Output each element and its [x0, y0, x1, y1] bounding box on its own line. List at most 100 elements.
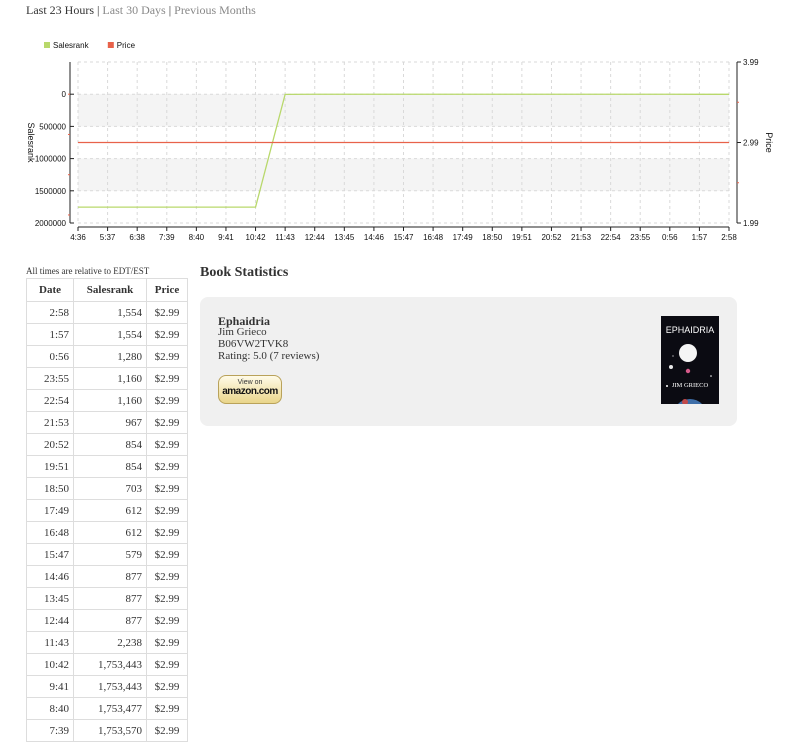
date-cell: 9:41 [26, 675, 74, 698]
date-cell: 18:50 [26, 477, 74, 500]
range-last-30-days-link[interactable]: Last 30 Days [102, 3, 165, 17]
date-cell: 13:45 [26, 587, 74, 610]
price-cell: $2.99 [146, 455, 188, 478]
salesrank-cell: 854 [73, 433, 147, 456]
x-tick-label: 23:55 [630, 233, 651, 242]
timezone-note: All times are relative to EDT/EST [26, 266, 150, 276]
book-card: Ephaidria Jim Grieco B06VW2TVK8 Rating: … [200, 297, 737, 426]
salesrank-cell: 877 [73, 609, 147, 632]
range-previous-months-link[interactable]: Previous Months [174, 3, 256, 17]
price-cell: $2.99 [146, 587, 188, 610]
price-cell: $2.99 [146, 499, 188, 522]
view-on-amazon-button[interactable]: View on amazon.com [218, 375, 282, 404]
table-row: 8:40 1,753,477 $2.99 [26, 697, 188, 720]
cover-title-text: EPHAIDRIA [666, 325, 715, 335]
x-tick-label: 21:53 [571, 233, 592, 242]
table-row: 7:39 1,753,570 $2.99 [26, 719, 188, 742]
x-tick-label: 16:48 [423, 233, 444, 242]
date-cell: 22:54 [26, 389, 74, 412]
x-tick-label: 22:54 [601, 233, 622, 242]
right-tick-label: 3.99 [743, 58, 759, 67]
table-body: 2:58 1,554 $2.99 1:57 1,554 $2.99 0:56 1,280 $2.… [26, 301, 188, 742]
table-row: 1:57 1,554 $2.99 [26, 323, 188, 346]
view-on-label: View on [237, 379, 263, 386]
table-row: 23:55 1,160 $2.99 [26, 367, 188, 390]
table-row: 13:45 877 $2.99 [26, 587, 188, 610]
left-axis-title: Salesrank [26, 122, 36, 163]
left-tick-label: 2000000 [35, 219, 67, 228]
salesrank-cell: 612 [73, 499, 147, 522]
amazon-logo: amazon.com [222, 386, 278, 397]
book-statistics-heading: Book Statistics [200, 265, 289, 280]
salesrank-cell: 1,753,443 [73, 653, 147, 676]
price-cell: $2.99 [146, 477, 188, 500]
cover-author-text: JIM GRIECO [672, 382, 709, 389]
time-range-nav: Last 23 Hours | Last 30 Days | Previous … [26, 3, 256, 18]
salesrank-cell: 967 [73, 411, 147, 434]
x-tick-label: 5:37 [100, 233, 116, 242]
salesrank-cell: 1,280 [73, 345, 147, 368]
x-tick-label: 6:38 [129, 233, 145, 242]
price-cell: $2.99 [146, 367, 188, 390]
salesrank-cell: 854 [73, 455, 147, 478]
price-cell: $2.99 [146, 719, 188, 742]
salesrank-cell: 877 [73, 565, 147, 588]
salesrank-cell: 1,554 [73, 301, 147, 324]
table-row: 9:41 1,753,443 $2.99 [26, 675, 188, 698]
price-cell: $2.99 [146, 411, 188, 434]
book-author: Jim Grieco [218, 326, 267, 338]
salesrank-cell: 579 [73, 543, 147, 566]
salesrank-cell: 1,753,570 [73, 719, 147, 742]
date-cell: 14:46 [26, 565, 74, 588]
x-tick-label: 7:39 [159, 233, 175, 242]
column-header: Date [26, 278, 74, 302]
right-axis-title: Price [764, 132, 774, 153]
left-tick-label: 0 [62, 90, 67, 99]
price-cell: $2.99 [146, 609, 188, 632]
price-cell: $2.99 [146, 631, 188, 654]
column-header: Price [146, 278, 188, 302]
date-cell: 16:48 [26, 521, 74, 544]
salesrank-cell: 1,160 [73, 367, 147, 390]
table-row: 2:58 1,554 $2.99 [26, 301, 188, 324]
salesrank-price-chart: 4:36 5:37 6:38 7:39 8:40 9:41 10:42 11:43 12:44 1… [26, 41, 774, 242]
table-row: 18:50 703 $2.99 [26, 477, 188, 500]
price-cell: $2.99 [146, 433, 188, 456]
date-cell: 15:47 [26, 543, 74, 566]
date-cell: 23:55 [26, 367, 74, 390]
table-row: 16:48 612 $2.99 [26, 521, 188, 544]
table-row: 12:44 877 $2.99 [26, 609, 188, 632]
legend-swatch-price [107, 42, 114, 48]
table-row: 22:54 1,160 $2.99 [26, 389, 188, 412]
book-rating: Rating: 5.0 (7 reviews) [218, 350, 320, 362]
date-cell: 12:44 [26, 609, 74, 632]
x-tick-label: 0:56 [662, 233, 678, 242]
date-cell: 10:42 [26, 653, 74, 676]
salesrank-cell: 1,753,443 [73, 675, 147, 698]
date-cell: 21:53 [26, 411, 74, 434]
table-row: 19:51 854 $2.99 [26, 455, 188, 478]
x-tick-label: 15:47 [393, 233, 414, 242]
date-cell: 1:57 [26, 323, 74, 346]
x-tick-label: 18:50 [482, 233, 503, 242]
plot-band [78, 158, 729, 191]
x-tick-label: 19:51 [512, 233, 533, 242]
table-row: 11:43 2,238 $2.99 [26, 631, 188, 654]
table-row: 14:46 877 $2.99 [26, 565, 188, 588]
x-tick-label: 20:52 [541, 233, 562, 242]
salesrank-cell: 703 [73, 477, 147, 500]
range-last-23-hours: Last 23 Hours [26, 3, 94, 17]
legend-swatch-salesrank [44, 42, 50, 48]
date-cell: 20:52 [26, 433, 74, 456]
table-row: 10:42 1,753,443 $2.99 [26, 653, 188, 676]
date-cell: 0:56 [26, 345, 74, 368]
x-tick-label: 2:58 [721, 233, 737, 242]
left-tick-label: 500000 [39, 122, 66, 131]
date-cell: 11:43 [26, 631, 74, 654]
price-cell: $2.99 [146, 675, 188, 698]
price-cell: $2.99 [146, 301, 188, 324]
price-cell: $2.99 [146, 543, 188, 566]
x-tick-label: 1:57 [692, 233, 708, 242]
table-row: 15:47 579 $2.99 [26, 543, 188, 566]
salesrank-cell: 1,160 [73, 389, 147, 412]
